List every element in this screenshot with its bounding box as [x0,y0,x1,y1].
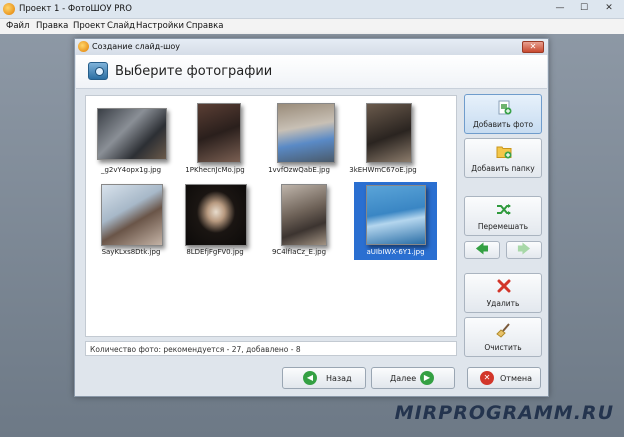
app-title: Проект 1 - ФотоШОУ PRO [19,4,132,14]
main-titlebar: Проект 1 - ФотоШОУ PRO — ☐ ✕ [0,0,624,19]
photo-item[interactable]: _g2vY4opx1g.jpg [91,100,171,178]
create-slideshow-dialog: Создание слайд-шоу ✕ Выберите фотографии… [74,38,549,397]
move-left-button[interactable]: 🡄 [464,241,500,259]
photo-item-selected[interactable]: aUIbIWX-6Y1.jpg [354,182,437,260]
photo-thumbnail [91,100,171,164]
shuffle-icon [497,204,511,215]
photo-filename: 1PKhecnJcMo.jpg [185,166,245,174]
photo-thumbnail [259,100,339,164]
photo-item[interactable]: SayKLxs8Dtk.jpg [91,182,171,260]
shuffle-label: Перемешать [477,222,529,231]
maximize-button[interactable]: ☐ [572,1,596,16]
status-bar: Количество фото: рекомендуется - 27, доб… [85,341,457,356]
menubar: Файл Правка Проект Слайд Настройки Справ… [0,19,624,34]
photo-thumbnail [175,100,255,164]
delete-button[interactable]: Удалить [464,273,542,313]
menu-slide[interactable]: Слайд [107,21,135,31]
shuffle-button[interactable]: Перемешать [464,196,542,236]
photo-filename: 8LDEfjFgFV0.jpg [186,248,244,256]
add-photo-icon [498,100,512,115]
delete-x-icon [497,279,511,293]
cancel-label: Отмена [500,374,533,383]
menu-help[interactable]: Справка [186,21,223,31]
clear-label: Очистить [484,343,522,352]
back-arrow-icon: ◀ [303,371,317,385]
cancel-button[interactable]: ✕ Отмена [467,367,541,389]
photo-thumbnail [343,100,423,164]
photo-thumbnail [259,182,339,246]
dialog-title: Создание слайд-шоу [92,42,181,51]
delete-label: Удалить [486,299,520,308]
photo-item[interactable]: 1vvfOzwQabE.jpg [259,100,339,178]
dialog-header: Выберите фотографии [76,55,547,89]
dialog-titlebar: Создание слайд-шоу ✕ [75,39,548,55]
app-logo-icon [3,3,15,15]
back-label: Назад [326,374,352,383]
clear-button[interactable]: Очистить [464,317,542,357]
menu-file[interactable]: Файл [6,21,29,31]
add-photo-label: Добавить фото [472,120,534,129]
photo-filename: 3kEHWmC67oE.jpg [349,166,417,174]
photo-list[interactable]: _g2vY4opx1g.jpg 1PKhecnJcMo.jpg 1vvfOzwQ… [85,95,457,337]
dialog-logo-icon [78,41,89,52]
photo-item[interactable]: 1PKhecnJcMo.jpg [175,100,255,178]
photo-thumbnail [175,182,255,246]
dialog-close-button[interactable]: ✕ [522,41,544,53]
photo-filename: SayKLxs8Dtk.jpg [101,248,161,256]
close-button[interactable]: ✕ [596,1,622,16]
minimize-button[interactable]: — [548,1,572,16]
move-right-button[interactable]: 🡆 [506,241,542,259]
arrow-left-icon: 🡄 [475,242,489,257]
photo-filename: aUIbIWX-6Y1.jpg [366,248,425,256]
folder-add-icon [496,146,512,159]
photo-count-text: Количество фото: рекомендуется - 27, доб… [90,345,301,354]
photo-thumbnail [354,182,434,246]
photo-filename: 1vvfOzwQabE.jpg [268,166,330,174]
next-arrow-icon: ▶ [420,371,434,385]
photo-filename: 9C4lfIaCz_E.jpg [271,248,327,256]
arrow-right-icon: 🡆 [517,242,531,257]
menu-project[interactable]: Проект [73,21,105,31]
cancel-x-icon: ✕ [480,371,494,385]
add-folder-label: Добавить папку [471,164,535,173]
watermark-text: MIRPROGRAMM.RU [394,402,614,424]
add-folder-button[interactable]: Добавить папку [464,138,542,178]
back-button[interactable]: ◀ Назад [282,367,366,389]
dialog-heading: Выберите фотографии [115,64,273,79]
photo-thumbnail [91,182,171,246]
add-photo-button[interactable]: Добавить фото [464,94,542,134]
photo-item[interactable]: 3kEHWmC67oE.jpg [343,100,423,178]
photo-item[interactable]: 9C4lfIaCz_E.jpg [259,182,339,260]
photo-item[interactable]: 8LDEfjFgFV0.jpg [175,182,255,260]
camera-icon [88,62,108,80]
menu-settings[interactable]: Настройки [136,21,184,31]
menu-edit[interactable]: Правка [36,21,68,31]
next-label: Далее [390,374,417,383]
broom-icon [496,323,510,338]
next-button[interactable]: ▶ Далее [371,367,455,389]
photo-filename: _g2vY4opx1g.jpg [100,166,162,174]
